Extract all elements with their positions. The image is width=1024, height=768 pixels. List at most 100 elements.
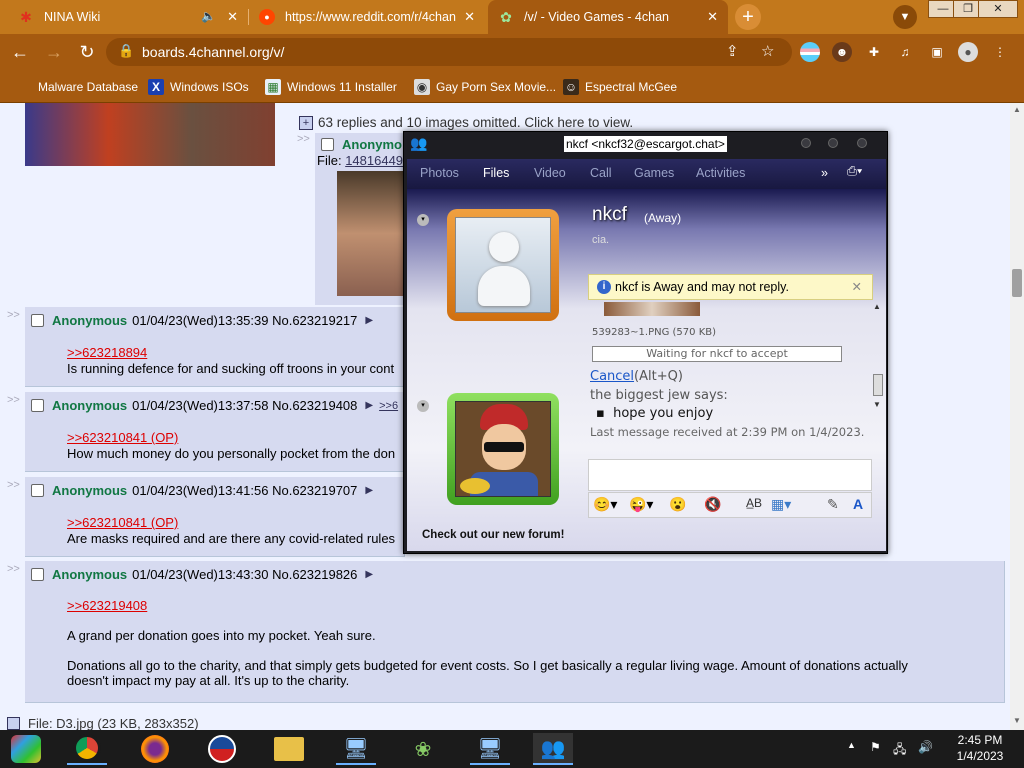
nudge-icon[interactable]: 🔇 xyxy=(704,496,721,513)
bookmark-windows-isos[interactable]: X Windows ISOs xyxy=(148,76,249,98)
scroll-down-arrow-icon[interactable]: ▼ xyxy=(873,400,881,409)
bookmark-espectral-mcgee[interactable]: ☺ Espectral McGee xyxy=(563,76,677,98)
network-icon[interactable]: 🖧 xyxy=(893,740,906,761)
account-avatar-icon[interactable]: ● xyxy=(958,42,978,62)
emoticon-picker-icon[interactable]: 😊▾ xyxy=(593,496,617,513)
chrome-taskbar-icon[interactable] xyxy=(67,733,107,765)
background-picker-icon[interactable]: ▦▾ xyxy=(771,496,791,513)
tray-chevron-icon[interactable]: ▲ xyxy=(847,740,856,750)
post-meta[interactable]: 01/04/23(Wed)13:37:58 No.623219408 xyxy=(132,398,357,413)
quote-link[interactable]: >>623219408 xyxy=(67,598,147,613)
options-menu-icon[interactable]: ⎙▾ xyxy=(847,164,862,179)
font-style-icon[interactable]: A xyxy=(853,496,863,512)
spellcheck-icon[interactable]: A̲B xyxy=(746,496,762,510)
forward-arrow-icon[interactable]: → xyxy=(42,40,66,64)
address-bar[interactable]: 🔒 boards.4channel.org/v/ ⇪ ☆ xyxy=(106,38,792,66)
tab-games[interactable]: Games xyxy=(634,166,674,180)
flag-icon[interactable]: ⚑ xyxy=(870,740,881,754)
media-controls-icon[interactable]: ♫ xyxy=(895,42,915,62)
tab-4chan-v[interactable]: ✿ /v/ - Video Games - 4chan ✕ xyxy=(488,0,728,34)
scrollbar-thumb[interactable] xyxy=(873,374,883,396)
collapse-minus-icon[interactable] xyxy=(7,717,20,730)
close-tab-icon[interactable]: ✕ xyxy=(464,9,475,25)
close-tab-icon[interactable]: ✕ xyxy=(227,9,238,25)
close-tab-icon[interactable]: ✕ xyxy=(707,9,718,25)
bookmark-windows-11-installer[interactable]: ▦ Windows 11 Installer xyxy=(265,76,397,98)
quote-link[interactable]: >>623210841 (OP) xyxy=(67,430,178,445)
game-taskbar-icon[interactable]: ❀ xyxy=(403,733,443,765)
maximize-dot-button[interactable] xyxy=(828,138,838,148)
tab-search-chevron-icon[interactable]: ▼ xyxy=(893,5,917,29)
start-button[interactable] xyxy=(6,733,46,765)
profile-extension-icon[interactable]: ☻ xyxy=(832,42,852,62)
obama-app-taskbar-icon[interactable] xyxy=(202,733,242,765)
share-icon[interactable]: ⇪ xyxy=(726,42,739,60)
omitted-replies-notice[interactable]: + 63 replies and 10 images omitted. Clic… xyxy=(299,115,633,130)
tab-reddit[interactable]: ● https://www.reddit.com/r/4chan ✕ xyxy=(249,0,485,34)
post-menu-arrow-icon[interactable]: ▶ xyxy=(365,569,373,580)
page-scrollbar[interactable]: ▲ ▼ xyxy=(1010,103,1024,730)
messenger-taskbar-icon[interactable]: 👥 xyxy=(533,733,573,765)
tab-activities[interactable]: Activities xyxy=(696,166,745,180)
scroll-down-arrow-icon[interactable]: ▼ xyxy=(1013,716,1021,725)
close-notice-icon[interactable]: ✕ xyxy=(852,275,862,299)
post-meta[interactable]: 01/04/23(Wed)13:35:39 No.623219217 xyxy=(132,313,357,328)
file-link[interactable]: 14816449 xyxy=(345,153,403,168)
puzzle-extensions-icon[interactable]: ✚ xyxy=(864,42,884,62)
wink-picker-icon[interactable]: 😜▾ xyxy=(629,496,653,513)
voice-clip-icon[interactable]: 😮 xyxy=(669,496,686,513)
network-app-taskbar-icon[interactable]: 🖥 xyxy=(336,733,376,765)
reload-icon[interactable]: ↻ xyxy=(75,40,99,64)
flag-extension-icon[interactable] xyxy=(800,42,820,62)
tab-video[interactable]: Video xyxy=(534,166,566,180)
file-explorer-taskbar-icon[interactable] xyxy=(269,733,309,765)
scroll-up-arrow-icon[interactable]: ▲ xyxy=(873,302,881,311)
post-checkbox[interactable] xyxy=(31,568,44,581)
post-checkbox[interactable] xyxy=(321,138,334,151)
contact-avatar[interactable] xyxy=(447,209,559,321)
bookmark-star-icon[interactable]: ☆ xyxy=(761,42,774,60)
system-clock[interactable]: 2:45 PM 1/4/2023 xyxy=(940,732,1020,764)
firefox-taskbar-icon[interactable] xyxy=(135,733,175,765)
url-text[interactable]: boards.4channel.org/v/ xyxy=(142,44,284,60)
cancel-link[interactable]: Cancel xyxy=(590,369,634,384)
bookmark-malware-database[interactable]: Malware Database xyxy=(16,76,138,98)
post-checkbox[interactable] xyxy=(31,314,44,327)
file-thumbnail-image[interactable] xyxy=(604,302,700,316)
op-thumbnail-image[interactable] xyxy=(25,103,275,166)
quote-link[interactable]: >>623218894 xyxy=(67,345,147,360)
tab-call[interactable]: Call xyxy=(590,166,612,180)
collapse-self-icon[interactable]: ▾ xyxy=(417,400,429,412)
post-meta[interactable]: 01/04/23(Wed)13:43:30 No.623219826 xyxy=(132,567,357,582)
self-avatar[interactable] xyxy=(447,393,559,505)
close-dot-button[interactable] xyxy=(857,138,867,148)
new-tab-button[interactable]: + xyxy=(735,4,761,30)
bookmark-movie-site[interactable]: ◉ Gay Porn Sex Movie... xyxy=(414,76,556,98)
post-menu-arrow-icon[interactable]: ▶ xyxy=(365,400,373,411)
expand-plus-icon[interactable]: + xyxy=(299,115,313,130)
messenger-chat-window[interactable]: 👥 nkcf <nkcf32@escargot.chat> Photos Fil… xyxy=(403,131,888,554)
back-arrow-icon[interactable]: ← xyxy=(8,40,32,64)
post-meta[interactable]: 01/04/23(Wed)13:41:56 No.623219707 xyxy=(132,483,357,498)
lock-icon[interactable]: 🔒 xyxy=(118,43,134,59)
side-panel-icon[interactable]: ▣ xyxy=(927,42,947,62)
post-menu-arrow-icon[interactable]: ▶ xyxy=(365,315,373,326)
more-tabs-icon[interactable]: » xyxy=(821,166,828,180)
message-input[interactable] xyxy=(588,459,872,491)
network-app-2-taskbar-icon[interactable]: 🖥 xyxy=(470,733,510,765)
post-checkbox[interactable] xyxy=(31,484,44,497)
tab-photos[interactable]: Photos xyxy=(420,166,459,180)
collapse-contact-icon[interactable]: ▾ xyxy=(417,214,429,226)
tab-nina-wiki[interactable]: ✱ NINA Wiki 🔈 ✕ xyxy=(8,0,248,34)
close-window-button[interactable]: ✕ xyxy=(978,0,1018,18)
post-menu-arrow-icon[interactable]: ▶ xyxy=(365,485,373,496)
handwriting-icon[interactable]: ✎ xyxy=(827,496,839,513)
scroll-up-arrow-icon[interactable]: ▲ xyxy=(1013,105,1021,114)
volume-icon[interactable]: 🔊 xyxy=(918,740,933,754)
conversation-scrollbar[interactable]: ▲ ▼ xyxy=(871,302,885,452)
scrollbar-thumb[interactable] xyxy=(1012,269,1022,297)
post-image[interactable] xyxy=(337,171,407,296)
forum-ad-text[interactable]: Check out our new forum! xyxy=(422,529,564,541)
backlink[interactable]: >>6 xyxy=(379,400,398,412)
quote-link[interactable]: >>623210841 (OP) xyxy=(67,515,178,530)
